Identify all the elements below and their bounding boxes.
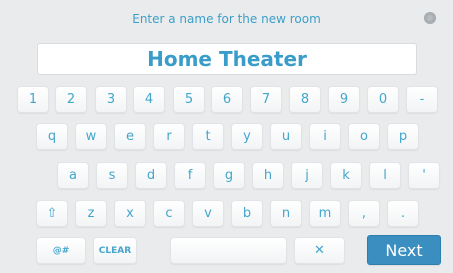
key[interactable]: b bbox=[231, 200, 263, 227]
key[interactable]: z bbox=[75, 200, 107, 227]
key[interactable]: n bbox=[270, 200, 302, 227]
room-name-input[interactable]: Home Theater bbox=[37, 43, 417, 75]
key[interactable]: 5 bbox=[173, 86, 205, 113]
key[interactable]: q bbox=[36, 123, 68, 150]
key[interactable]: 4 bbox=[133, 86, 165, 113]
key[interactable]: 6 bbox=[211, 86, 243, 113]
key[interactable]: 1 bbox=[17, 86, 49, 113]
key[interactable]: 2 bbox=[55, 86, 87, 113]
key[interactable]: e bbox=[114, 123, 146, 150]
key[interactable]: g bbox=[213, 162, 245, 189]
key[interactable]: f bbox=[174, 162, 206, 189]
key[interactable]: c bbox=[153, 200, 185, 227]
key[interactable]: i bbox=[309, 123, 341, 150]
dialog-prompt: Enter a name for the new room bbox=[132, 12, 321, 26]
key[interactable]: d bbox=[135, 162, 167, 189]
symbols-key[interactable]: @# bbox=[36, 237, 86, 264]
key[interactable]: x bbox=[114, 200, 146, 227]
key[interactable]: o bbox=[348, 123, 380, 150]
key[interactable]: s bbox=[96, 162, 128, 189]
space-key[interactable] bbox=[170, 237, 287, 264]
close-icon[interactable] bbox=[424, 12, 436, 24]
key[interactable]: 3 bbox=[95, 86, 127, 113]
key[interactable]: l bbox=[369, 162, 401, 189]
key[interactable]: 0 bbox=[367, 86, 399, 113]
backspace-icon: ✕ bbox=[314, 243, 325, 258]
key[interactable]: h bbox=[252, 162, 284, 189]
key[interactable]: y bbox=[231, 123, 263, 150]
shift-key[interactable]: ⇧ bbox=[36, 200, 68, 227]
key[interactable]: w bbox=[75, 123, 107, 150]
key[interactable]: ' bbox=[408, 162, 440, 189]
key[interactable]: r bbox=[153, 123, 185, 150]
key[interactable]: a bbox=[57, 162, 89, 189]
key[interactable]: m bbox=[309, 200, 341, 227]
key[interactable]: v bbox=[192, 200, 224, 227]
key[interactable]: - bbox=[406, 86, 438, 113]
key[interactable]: , bbox=[348, 200, 380, 227]
key[interactable]: t bbox=[192, 123, 224, 150]
key[interactable]: u bbox=[270, 123, 302, 150]
key[interactable]: k bbox=[330, 162, 362, 189]
key[interactable]: . bbox=[387, 200, 419, 227]
backspace-key[interactable]: ✕ bbox=[294, 237, 345, 264]
key[interactable]: p bbox=[387, 123, 419, 150]
next-button[interactable]: Next bbox=[367, 235, 441, 265]
clear-key[interactable]: CLEAR bbox=[93, 237, 137, 264]
key[interactable]: 7 bbox=[250, 86, 282, 113]
key[interactable]: j bbox=[291, 162, 323, 189]
key[interactable]: 8 bbox=[289, 86, 321, 113]
key[interactable]: 9 bbox=[328, 86, 360, 113]
